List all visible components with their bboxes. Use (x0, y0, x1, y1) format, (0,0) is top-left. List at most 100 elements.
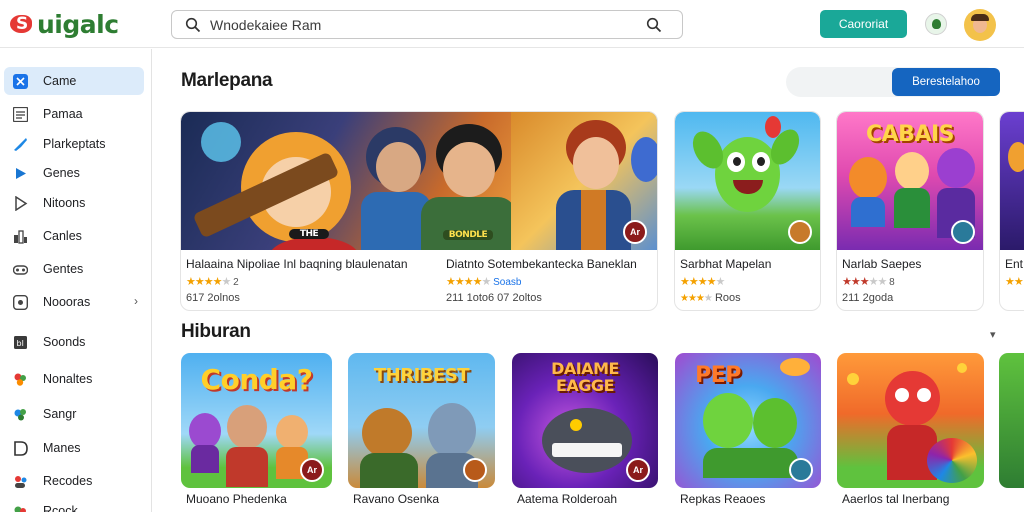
notification-icon[interactable] (925, 13, 947, 35)
sidebar-item-came[interactable]: Came (4, 67, 144, 95)
star-rating-icon: ★★ (1005, 276, 1024, 288)
card-title: Halaaina Nipoliae Inl baqning blaulenata… (186, 257, 408, 271)
sidebar-item-sangr[interactable]: Sangr (4, 400, 144, 428)
tile-badge-icon (789, 458, 813, 482)
game-tile[interactable]: Aaerlos tal Inerbang (837, 353, 984, 512)
sidebar-item-manes[interactable]: Manes (4, 434, 144, 462)
tile-badge-icon (463, 458, 487, 482)
sidebar-item-label: Noooras (43, 295, 91, 309)
search-submit-icon[interactable] (646, 17, 662, 33)
sidebar-item-label: Sangr (43, 407, 77, 421)
paint-icon (14, 138, 27, 151)
card-meta: 617 2olnos (186, 292, 240, 304)
card-meta: ★★★★ Roos (680, 292, 741, 304)
leaf-icon (14, 506, 26, 512)
sidebar-item-label: Came (43, 74, 77, 88)
search-icon (185, 17, 201, 33)
card-title: Ent (1005, 257, 1024, 271)
header-action-button[interactable]: Caororiat (820, 10, 907, 38)
card-title: Diatnto Sotembekantecka Baneklan (446, 257, 637, 271)
game-tile-art (999, 353, 1024, 488)
play-circle-icon (15, 196, 28, 211)
featured-card[interactable]: Sarbhat Mapelan ★★★★★ ★★★★ Roos (674, 111, 821, 311)
game-tile-art: PEP (675, 353, 821, 488)
search-input[interactable]: Wnodekaiee Ram (210, 17, 321, 33)
search-bar[interactable]: Wnodekaiee Ram (171, 10, 683, 39)
app-logo[interactable]: uigalc (10, 9, 119, 39)
card-title: Narlab Saepes (842, 257, 922, 271)
svg-text:bl: bl (17, 339, 24, 348)
tile-title: Ravano Osenka (353, 492, 440, 506)
see-all-button[interactable]: Berestelahoo (892, 68, 1000, 96)
card-rating: ★★★★★ 2 (186, 276, 239, 288)
card-badge-icon: Ar (623, 220, 647, 244)
game-tile-art (837, 353, 984, 488)
card-badge-icon (788, 220, 812, 244)
card-rating: ★★★★★ (680, 275, 725, 288)
star-rating-icon: ★★★★★ (680, 276, 725, 288)
tile-badge-icon: Ar (626, 458, 650, 482)
logo-text: uigalc (37, 9, 119, 39)
user-avatar[interactable] (964, 9, 996, 41)
game-tile[interactable] (999, 353, 1024, 512)
sidebar-item-pamaa[interactable]: Pamaa (4, 100, 144, 128)
art-logo-text: BONDLE (443, 230, 493, 240)
game-tile[interactable]: PEP Repkas Reaoes (675, 353, 821, 512)
card-badge-icon (951, 220, 975, 244)
art-logo-text: DAIAME EAGGE (551, 359, 619, 395)
star-rating-icon: ★★★★★ (186, 276, 231, 288)
d-icon (14, 441, 28, 456)
sidebar-item-plarkeptats[interactable]: Plarkeptats (4, 130, 144, 158)
star-rating-icon: ★★★★★ (842, 276, 887, 288)
game-tile[interactable]: THRIBEST Ravano Osenka (348, 353, 495, 512)
sidebar-item-label: Pamaa (43, 107, 83, 121)
sidebar-item-genes[interactable]: Genes (4, 159, 144, 187)
featured-card-art (675, 112, 820, 250)
sidebar-item-label: Gentes (43, 262, 84, 276)
game-tile[interactable]: DAIAME EAGGE Ar Aatema Rolderoah (512, 353, 658, 512)
featured-card-art (1000, 112, 1024, 250)
sidebar-item-label: Rcock (43, 504, 78, 512)
bar-chart-icon (14, 230, 27, 244)
grid-icon (13, 74, 28, 89)
sidebar-item-soonds[interactable]: bl Soonds (4, 328, 144, 356)
sidebar-item-label: Nonaltes (43, 372, 93, 386)
leaf-icon (14, 409, 26, 421)
art-logo-text: CABAIS (866, 122, 955, 147)
chevron-right-icon[interactable]: › (134, 294, 138, 308)
featured-card[interactable]: CABAIS Narlab Saepes ★★★★★ 8 211 2goda (836, 111, 984, 311)
sidebar-item-label: Manes (43, 441, 81, 455)
card-rating: ★★ (1005, 275, 1024, 288)
play-icon (16, 168, 26, 179)
game-tile-art: Conda? Ar (181, 353, 332, 488)
star-rating-icon: ★★★★ (680, 293, 713, 304)
sidebar-item-canles[interactable]: Canles (4, 222, 144, 250)
sidebar-item-noooras[interactable]: Noooras › (4, 288, 144, 316)
sidebar-item-nitoons[interactable]: Nitoons (4, 189, 144, 217)
sidebar-item-rcock[interactable]: Rcock (4, 497, 144, 512)
sidebar-item-recodes[interactable]: Recodes (4, 467, 144, 495)
chevron-down-icon[interactable]: ▾ (990, 328, 996, 341)
sidebar-item-gentes[interactable]: Gentes (4, 255, 144, 283)
logo-icon (10, 13, 38, 35)
card-title: Sarbhat Mapelan (680, 257, 772, 271)
sidebar-item-label: Nitoons (43, 196, 86, 210)
tile-badge-icon: Ar (300, 458, 324, 482)
featured-card[interactable]: THE BONDLE Ar Halaaina Nipoliae Inl baqn… (180, 111, 658, 311)
tile-title: Repkas Reaoes (680, 492, 766, 506)
sidebar-item-label: Plarkeptats (43, 137, 106, 151)
monitor-icon (13, 295, 28, 310)
art-logo-text: PEP (695, 363, 741, 388)
sidebar-item-label: Genes (43, 166, 80, 180)
featured-card[interactable]: Ent ★★ (999, 111, 1024, 311)
tile-title: Muoano Phedenka (186, 492, 287, 506)
art-logo-text: Conda? (200, 363, 313, 396)
list-icon (13, 107, 28, 122)
card-meta: 211 1oto6 07 2oltos (446, 292, 542, 304)
featured-card-art: THE BONDLE Ar (181, 112, 657, 250)
sidebar-item-nonaltes[interactable]: Nonaltes (4, 365, 144, 393)
square-icon: bl (14, 336, 27, 349)
people-icon (15, 476, 27, 488)
section-title-featured: Marlepana (181, 70, 273, 91)
game-tile[interactable]: Conda? Ar Muoano Phedenka (181, 353, 332, 512)
